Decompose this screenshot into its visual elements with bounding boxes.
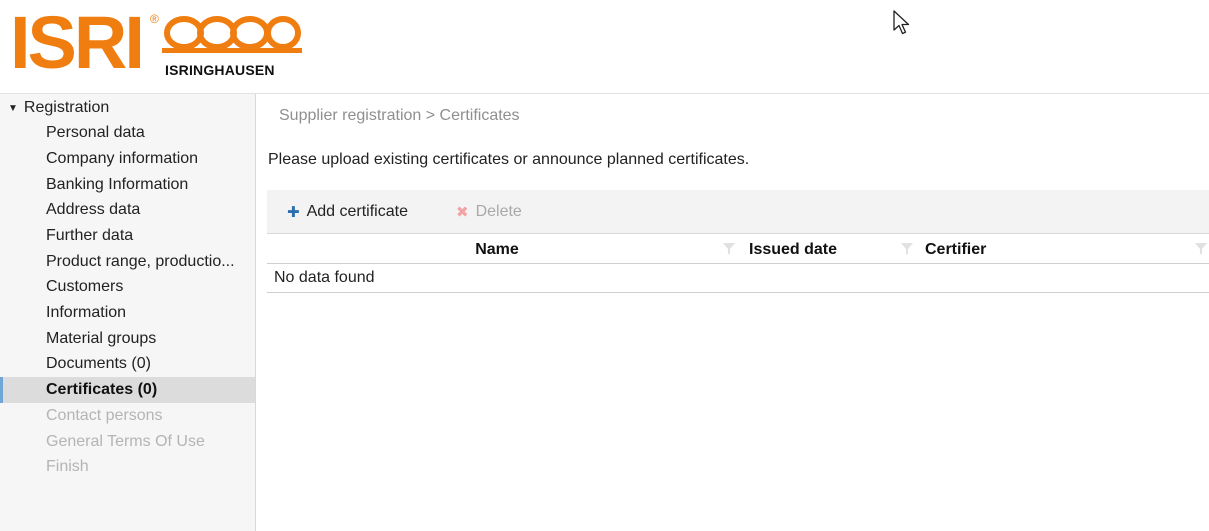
main-content: Supplier registration > Certificates Ple… [257, 94, 1209, 531]
sidebar-item-certificates[interactable]: Certificates (0) [0, 377, 255, 403]
sidebar-item-personal-data[interactable]: Personal data [0, 120, 255, 146]
certificates-toolbar: ✚ Add certificate ✖ Delete [267, 190, 1209, 234]
x-icon: ✖ [456, 204, 469, 221]
sidebar-item-finish: Finish [46, 458, 89, 475]
sidebar-item-customers[interactable]: Customers [0, 274, 255, 300]
isri-logo: ISRI ® ISRINGHAUSEN [10, 6, 302, 80]
sidebar-item-address-data[interactable]: Address data [0, 197, 255, 223]
filter-icon[interactable] [1195, 243, 1207, 255]
column-header-certifier[interactable]: Certifier [925, 235, 986, 264]
logo-subtitle: ISRINGHAUSEN [165, 62, 275, 78]
sidebar-item-company-information[interactable]: Company information [0, 146, 255, 172]
tree-root-label: Registration [23, 99, 110, 116]
delete-label: Delete [475, 203, 522, 220]
logo-wordmark: ISRI [10, 1, 145, 84]
table-header: Name Issued date Certifier [267, 235, 1209, 264]
caret-down-icon[interactable]: ▼ [8, 103, 18, 114]
plus-icon: ✚ [287, 204, 300, 221]
no-data-row: No data found [267, 264, 1209, 293]
intro-text: Please upload existing certificates or a… [268, 151, 750, 168]
filter-icon[interactable] [723, 243, 735, 255]
logo-rings-icon [162, 16, 302, 53]
sidebar-item-banking-information[interactable]: Banking Information [0, 172, 255, 198]
registered-mark: ® [150, 12, 159, 26]
breadcrumb: Supplier registration > Certificates [279, 107, 520, 124]
delete-button: ✖ Delete [456, 201, 522, 223]
sidebar-item-documents[interactable]: Documents (0) [0, 351, 255, 377]
sidebar-item-product-range[interactable]: Product range, productio... [0, 249, 255, 275]
column-header-issued-date[interactable]: Issued date [749, 235, 837, 264]
column-header-name[interactable]: Name [267, 235, 727, 264]
add-certificate-label: Add certificate [306, 203, 408, 220]
mouse-cursor-icon [893, 10, 910, 35]
sidebar-item-general-terms: General Terms Of Use [46, 433, 205, 450]
sidebar-item-further-data[interactable]: Further data [0, 223, 255, 249]
sidebar-item-contact-persons: Contact persons [46, 407, 163, 424]
app-header: ISRI ® ISRINGHAUSEN [0, 0, 1209, 93]
sidebar-item-material-groups[interactable]: Material groups [0, 326, 255, 352]
registration-sidebar: ▼ Registration Personal data Company inf… [0, 94, 256, 531]
tree-root-registration[interactable]: ▼ Registration [8, 98, 109, 118]
sidebar-item-information[interactable]: Information [0, 300, 255, 326]
filter-icon[interactable] [901, 243, 913, 255]
add-certificate-button[interactable]: ✚ Add certificate [287, 201, 408, 223]
